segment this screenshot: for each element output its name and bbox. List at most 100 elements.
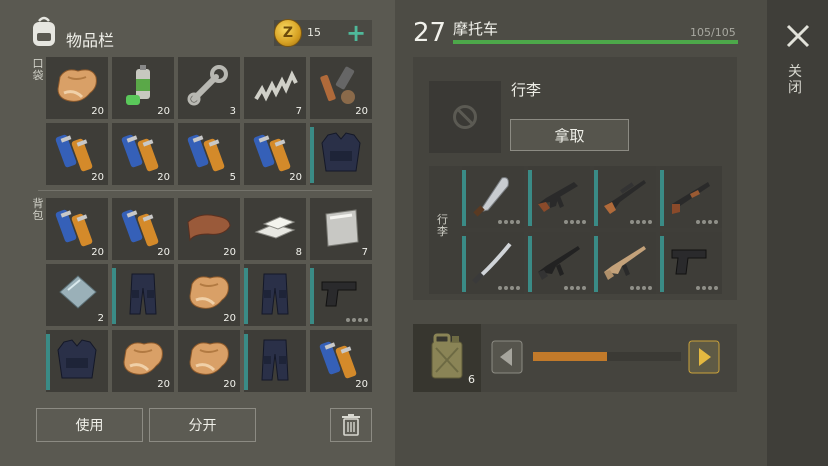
upgrade-dot xyxy=(570,220,574,224)
inventory-slot[interactable]: 20 xyxy=(112,123,174,185)
metal-bars-icon xyxy=(254,216,296,239)
inventory-slot[interactable]: 20 xyxy=(310,330,372,392)
inventory-slot[interactable]: 20 xyxy=(112,57,174,119)
inventory-slot[interactable]: 20 xyxy=(112,198,174,260)
durability-bar xyxy=(528,236,532,292)
upgrade-dot xyxy=(648,220,652,224)
trunk-slot[interactable] xyxy=(660,232,722,294)
vehicle-hp: 105/105 xyxy=(690,26,736,39)
vehicle-name: 摩托车 xyxy=(453,20,499,38)
upgrade-dot xyxy=(636,286,640,290)
close-icon[interactable] xyxy=(783,18,813,54)
coin-icon: Z xyxy=(274,19,302,47)
use-button[interactable]: 使用 xyxy=(36,408,143,442)
item-count: 20 xyxy=(289,172,302,183)
upgrade-dot xyxy=(630,220,634,224)
trunk-slot[interactable] xyxy=(528,166,590,228)
inventory-slot[interactable] xyxy=(244,264,306,326)
inventory-slot[interactable]: 20 xyxy=(178,198,240,260)
split-button[interactable]: 分开 xyxy=(149,408,256,442)
backpack-icon xyxy=(33,16,55,46)
upgrade-dot xyxy=(702,220,706,224)
arrow-right-icon[interactable] xyxy=(688,340,720,374)
close-label: 关闭 xyxy=(788,64,802,96)
item-count: 8 xyxy=(295,247,302,258)
arrow-left-icon[interactable] xyxy=(491,340,523,374)
trunk-slot[interactable] xyxy=(462,232,524,294)
upgrade-dot xyxy=(648,286,652,290)
upgrade-dot xyxy=(570,286,574,290)
inventory-slot[interactable]: 20 xyxy=(46,123,108,185)
upgrade-dots xyxy=(346,318,368,322)
trunk-slot[interactable] xyxy=(594,166,656,228)
inventory-slot[interactable]: 20 xyxy=(178,264,240,326)
upgrade-dot xyxy=(708,286,712,290)
leather-icon xyxy=(187,214,231,242)
battery-icon xyxy=(55,134,93,172)
spring-icon xyxy=(254,70,298,102)
inventory-slot[interactable]: 8 xyxy=(244,198,306,260)
vehicle-hp-fill xyxy=(453,40,738,44)
item-count: 20 xyxy=(157,106,170,117)
inventory-slot[interactable]: 2 xyxy=(46,264,108,326)
durability-bar xyxy=(594,170,598,226)
assault-rifle-icon xyxy=(538,182,578,212)
trunk-slot[interactable] xyxy=(528,232,590,294)
upgrade-dot xyxy=(352,318,356,322)
inventory-slot[interactable]: 20 xyxy=(46,198,108,260)
pistol-icon xyxy=(321,281,357,307)
trunk-slot[interactable] xyxy=(594,232,656,294)
upgrade-dots xyxy=(630,286,652,290)
upgrade-dot xyxy=(642,220,646,224)
trash-button[interactable] xyxy=(330,408,372,442)
battery-icon xyxy=(121,134,159,172)
durability-bar xyxy=(462,170,466,226)
durability-bar xyxy=(660,170,664,226)
upgrade-dot xyxy=(702,286,706,290)
upgrade-dot xyxy=(516,220,520,224)
inventory-slot[interactable]: 20 xyxy=(112,330,174,392)
upgrade-dot xyxy=(358,318,362,322)
add-coins-button[interactable]: + xyxy=(346,20,366,46)
vehicle-hp-bar xyxy=(453,40,738,44)
pants-icon xyxy=(261,273,289,315)
upgrade-dots xyxy=(498,220,520,224)
upgrade-dot xyxy=(582,220,586,224)
scar-rifle-icon xyxy=(604,246,646,280)
inventory-title: 物品栏 xyxy=(66,31,115,50)
inventory-slot[interactable] xyxy=(310,264,372,326)
cloth-icon xyxy=(123,342,163,375)
item-count: 2 xyxy=(97,313,104,324)
transfer-slider[interactable] xyxy=(533,352,681,361)
upgrade-dots xyxy=(564,220,586,224)
katana-icon xyxy=(472,242,512,284)
wrench-icon xyxy=(187,65,228,106)
upgrade-dots xyxy=(630,220,652,224)
inventory-slot[interactable]: 20 xyxy=(178,330,240,392)
inventory-slot[interactable]: 7 xyxy=(310,198,372,260)
inventory-slot[interactable]: 5 xyxy=(178,123,240,185)
trunk-slot[interactable] xyxy=(462,166,524,228)
coin-count: 15 xyxy=(307,26,321,39)
inventory-slot[interactable]: 7 xyxy=(244,57,306,119)
inventory-slot[interactable] xyxy=(244,330,306,392)
item-count: 20 xyxy=(223,379,236,390)
glass-plate-icon xyxy=(59,275,97,309)
inventory-slot[interactable]: 20 xyxy=(310,57,372,119)
take-button[interactable]: 拿取 xyxy=(510,119,629,151)
inventory-slot[interactable] xyxy=(112,264,174,326)
item-count: 20 xyxy=(223,247,236,258)
durability-bar xyxy=(528,170,532,226)
trunk-slot[interactable] xyxy=(660,166,722,228)
upgrade-dot xyxy=(498,286,502,290)
item-count: 20 xyxy=(91,247,104,258)
inventory-slot[interactable] xyxy=(46,330,108,392)
backpack-label: 背包 xyxy=(32,197,44,222)
inventory-slot[interactable]: 20 xyxy=(46,57,108,119)
inventory-slot[interactable]: 3 xyxy=(178,57,240,119)
upgrade-dot xyxy=(576,220,580,224)
cargo-label: 行李 xyxy=(511,81,542,99)
inventory-slot[interactable] xyxy=(310,123,372,185)
inventory-slot[interactable]: 20 xyxy=(244,123,306,185)
vest-icon xyxy=(321,132,361,172)
